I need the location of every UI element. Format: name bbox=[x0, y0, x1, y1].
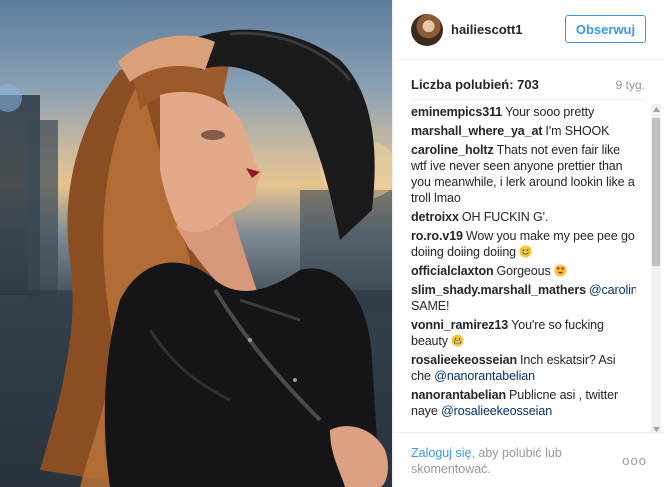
comment-text: OH FUCKIN G'. bbox=[461, 210, 549, 224]
comment-author[interactable]: ro.ro.v19 bbox=[411, 229, 463, 243]
instagram-post: hailiescott1 Obserwuj Liczba polubień: 7… bbox=[0, 0, 664, 487]
comment-author[interactable]: marshall_where_ya_at bbox=[411, 124, 543, 138]
comment-list: eminempics311 Your sooo pretty marshall_w… bbox=[411, 104, 636, 432]
comment: officialclaxton Gorgeous bbox=[411, 263, 636, 279]
comment: slim_shady.marshall_mathers@caroline_hol… bbox=[411, 282, 636, 314]
comment: rosalieekeosseian Inch eskatsir? Asi che … bbox=[411, 352, 636, 384]
more-options-button[interactable]: ooo bbox=[622, 453, 647, 468]
comment-author[interactable]: caroline_holtz bbox=[411, 143, 494, 157]
comment-mention[interactable]: @nanorantabelian bbox=[434, 369, 535, 383]
login-prompt: Zaloguj się, aby polubić lub skomentować… bbox=[411, 445, 591, 477]
comment: eminempics311 Your sooo pretty bbox=[411, 104, 636, 120]
comment: vonni_ramirez13 You're so fucking beauty bbox=[411, 317, 636, 349]
comment-author[interactable]: rosalieekeosseian bbox=[411, 353, 517, 367]
grimacing-face-icon bbox=[451, 334, 464, 347]
comment-author[interactable]: detroixx bbox=[411, 210, 459, 224]
post-sidebar: hailiescott1 Obserwuj Liczba polubień: 7… bbox=[392, 0, 664, 487]
comments-scrollbar[interactable] bbox=[651, 104, 661, 434]
post-photo-artwork bbox=[0, 29, 392, 487]
comment-mention[interactable]: @rosalieekeosseian bbox=[441, 404, 552, 418]
post-photo[interactable] bbox=[0, 0, 392, 487]
comment-mention[interactable]: @caroline_holtz bbox=[589, 283, 636, 297]
post-header: hailiescott1 Obserwuj bbox=[393, 0, 664, 60]
post-age[interactable]: 9 tyg. bbox=[616, 78, 645, 92]
login-link[interactable]: Zaloguj się bbox=[411, 446, 471, 460]
comment: marshall_where_ya_at I'm SHOOK bbox=[411, 123, 636, 139]
comment-author[interactable]: eminempics311 bbox=[411, 105, 502, 119]
comment-author[interactable]: officialclaxton bbox=[411, 264, 494, 278]
comment-author[interactable]: slim_shady.marshall_mathers bbox=[411, 283, 586, 297]
comment-text: Gorgeous bbox=[496, 264, 551, 278]
username-link[interactable]: hailiescott1 bbox=[451, 22, 523, 37]
post-footer: Zaloguj się, aby polubić lub skomentować… bbox=[393, 432, 664, 487]
comment-author[interactable]: nanorantabelian bbox=[411, 388, 506, 402]
follow-button[interactable]: Obserwuj bbox=[565, 15, 646, 43]
grinning-face-sweat-icon bbox=[519, 245, 532, 258]
avatar[interactable] bbox=[411, 13, 443, 46]
comment-text: Your sooo pretty bbox=[505, 105, 595, 119]
comment-author[interactable]: vonni_ramirez13 bbox=[411, 318, 508, 332]
scrollbar-thumb[interactable] bbox=[652, 118, 660, 266]
comment: nanorantabelian Publicne asi , twitter na… bbox=[411, 387, 636, 419]
comment: ro.ro.v19 Wow you make my pee pee go doii… bbox=[411, 228, 636, 260]
likes-count[interactable]: Liczba polubień: 703 bbox=[411, 77, 539, 92]
divider bbox=[411, 99, 645, 100]
scroll-up-arrow-icon[interactable] bbox=[651, 104, 661, 114]
comment-text: I'm SHOOK bbox=[545, 124, 610, 138]
heart-eyes-face-icon bbox=[554, 264, 567, 277]
comment: detroixx OH FUCKIN G'. bbox=[411, 209, 636, 225]
likes-row: Liczba polubień: 703 9 tyg. bbox=[411, 77, 645, 92]
comment: caroline_holtz Thats not even fair like w… bbox=[411, 142, 636, 206]
comment-text: SAME! bbox=[411, 299, 450, 313]
